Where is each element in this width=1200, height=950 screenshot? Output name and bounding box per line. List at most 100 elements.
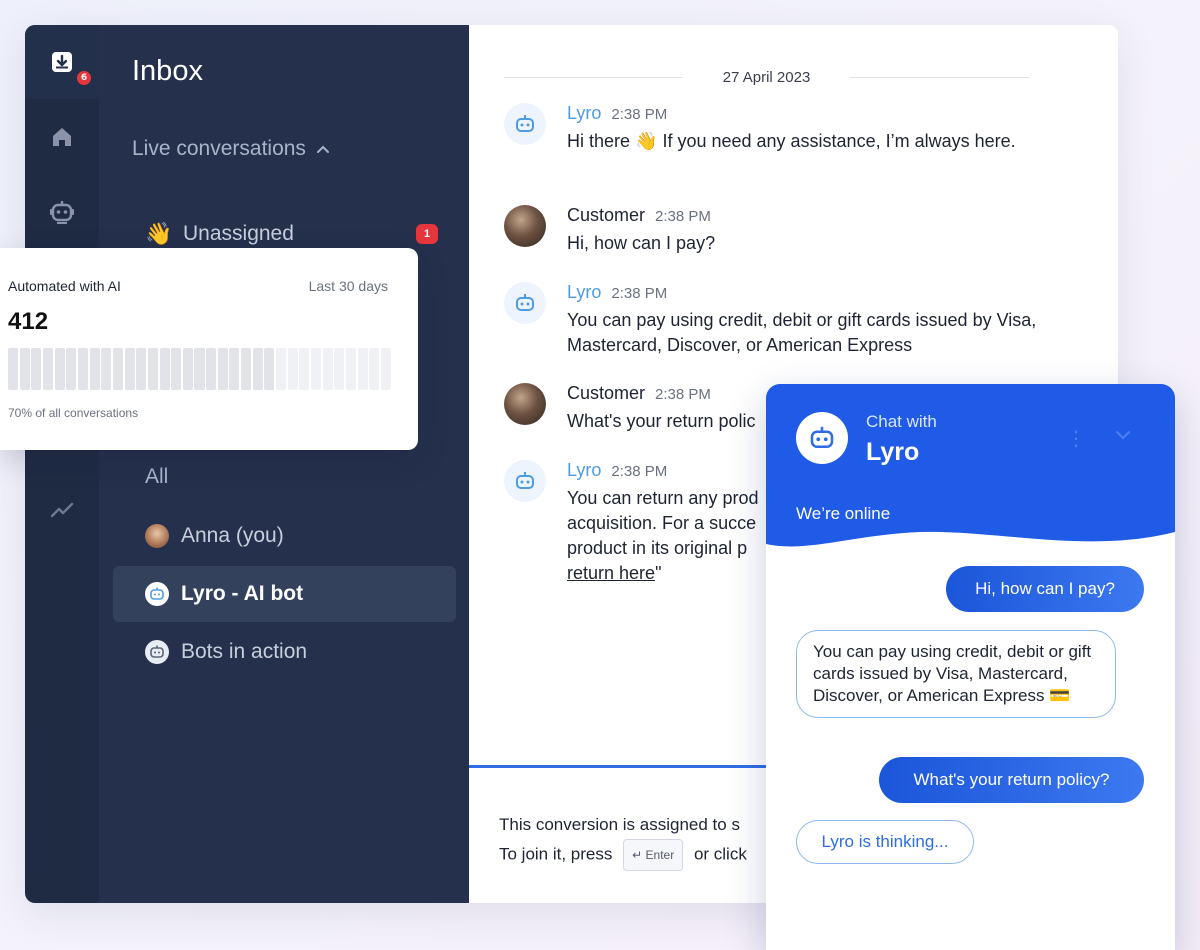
chat-with-label: Chat with	[866, 412, 937, 431]
stats-bar-segment	[124, 348, 135, 390]
trend-icon[interactable]	[42, 490, 82, 530]
chevron-down-icon[interactable]	[1114, 426, 1132, 445]
message-time: 2:38 PM	[611, 463, 668, 480]
stats-bar-segment	[345, 348, 357, 390]
stats-bar-segment	[264, 348, 275, 390]
notice-suffix: or click	[693, 844, 747, 864]
conversation-date: 27 April 2023	[722, 68, 811, 86]
divider-line	[850, 76, 1030, 78]
stats-bar-strip	[8, 348, 391, 390]
icon-rail: 6	[25, 25, 99, 903]
stats-share: 70% of all conversations	[8, 406, 139, 420]
more-options-icon[interactable]: ⋮	[1066, 426, 1086, 450]
stats-bar-segment	[299, 348, 310, 390]
sidebar-item-label: Lyro - AI bot	[181, 582, 304, 605]
widget-header-bg	[766, 384, 1175, 547]
stats-bar-segment	[287, 348, 298, 390]
message-time: 2:38 PM	[611, 106, 668, 123]
inbox-sidebar: Inbox Live conversations 👋 Unassigned 1 …	[99, 25, 469, 903]
stats-bar-segment	[369, 348, 380, 390]
stats-bar-segment	[229, 348, 240, 390]
stats-bar-segment	[206, 348, 217, 390]
bot-bubble: You can pay using credit, debit or gift …	[796, 630, 1116, 718]
enter-key-hint: ↵ Enter	[623, 839, 684, 871]
stats-bar-segment	[147, 348, 158, 390]
stats-bar-segment	[171, 348, 182, 390]
typing-indicator: Lyro is thinking...	[796, 820, 974, 864]
inbox-count-badge: 6	[75, 69, 93, 87]
stats-range: Last 30 days	[308, 278, 388, 294]
avatar	[145, 524, 169, 548]
stats-bar-segment	[66, 348, 77, 390]
stats-bar-segment	[322, 348, 333, 390]
bot-icon	[145, 640, 169, 664]
message-time: 2:38 PM	[611, 285, 668, 302]
bot-avatar-icon	[504, 103, 546, 145]
link-suffix: "	[655, 563, 662, 583]
stats-bar-segment	[89, 348, 100, 390]
stats-bar-segment	[194, 348, 205, 390]
section-label: Live conversations	[132, 137, 306, 160]
stats-bar-segment	[31, 348, 42, 390]
stats-bar-segment	[101, 348, 112, 390]
sidebar-item-anna[interactable]: Anna (you)	[113, 508, 456, 564]
bot-icon	[145, 582, 169, 606]
chat-widget: Chat with Lyro ⋮ We’re online Hi, how ca…	[766, 384, 1175, 950]
stats-bar-segment	[357, 348, 368, 390]
stats-count: 412	[8, 308, 49, 335]
home-icon[interactable]	[42, 117, 82, 157]
page-title: Inbox	[132, 55, 203, 87]
date-divider: 27 April 2023	[504, 65, 1030, 89]
message-text: Hi there 👋 If you need any assistance, I…	[567, 131, 1016, 151]
customer-avatar	[504, 205, 546, 247]
ai-stats-card: Automated with AI Last 30 days 412 70% o…	[0, 248, 418, 450]
unassigned-count-badge: 1	[416, 224, 438, 244]
stats-bar-segment	[380, 348, 391, 390]
notice-prefix: To join it, press	[499, 844, 613, 864]
stats-bar-segment	[241, 348, 252, 390]
stats-bar-segment	[276, 348, 287, 390]
stats-bar-segment	[136, 348, 147, 390]
stats-bar-segment	[252, 348, 263, 390]
stats-label: Automated with AI	[8, 278, 121, 294]
stats-bar-segment	[42, 348, 53, 390]
waving-hand-icon: 👋	[145, 221, 173, 246]
message-time: 2:38 PM	[655, 208, 711, 225]
bot-avatar-icon	[504, 282, 546, 324]
stats-bar-segment	[182, 348, 193, 390]
stats-bar-segment	[54, 348, 65, 390]
divider-line	[504, 76, 683, 78]
sender-name: Customer	[567, 205, 646, 225]
stats-bar-segment	[77, 348, 88, 390]
stats-bar-segment	[159, 348, 170, 390]
customer-avatar	[504, 383, 546, 425]
online-status: We’re online	[796, 504, 891, 523]
widget-bot-name: Lyro	[866, 438, 920, 466]
live-conversations-toggle[interactable]: Live conversations	[132, 137, 330, 161]
sender-name: Lyro	[567, 103, 602, 123]
sender-name: Lyro	[567, 460, 602, 480]
sidebar-item-label: Bots in action	[181, 640, 308, 663]
stats-bar-segment	[112, 348, 123, 390]
message-text: Hi, how can I pay?	[567, 233, 716, 253]
stats-bar-segment	[19, 348, 30, 390]
sender-name: Customer	[567, 383, 646, 403]
user-bubble: What's your return policy?	[879, 757, 1144, 803]
stats-bar-segment	[311, 348, 322, 390]
chevron-up-icon	[316, 145, 329, 153]
user-bubble: Hi, how can I pay?	[946, 566, 1144, 612]
lyro-avatar-icon	[796, 412, 848, 464]
bot-icon[interactable]	[42, 192, 82, 232]
all-section-label: All	[145, 465, 169, 488]
stats-bar-segment	[217, 348, 228, 390]
sidebar-item-lyro[interactable]: Lyro - AI bot	[113, 566, 456, 622]
bot-avatar-icon	[504, 460, 546, 502]
sidebar-item-bots-in-action[interactable]: Bots in action	[113, 624, 456, 680]
stats-bar-segment	[8, 348, 19, 390]
return-link[interactable]: return here	[567, 563, 655, 583]
sidebar-item-label: Anna (you)	[181, 524, 284, 547]
stats-bar-segment	[334, 348, 345, 390]
message-text: You can pay using credit, debit or gift …	[567, 310, 1037, 355]
message-time: 2:38 PM	[655, 386, 711, 403]
sidebar-item-label: Unassigned	[183, 222, 294, 245]
